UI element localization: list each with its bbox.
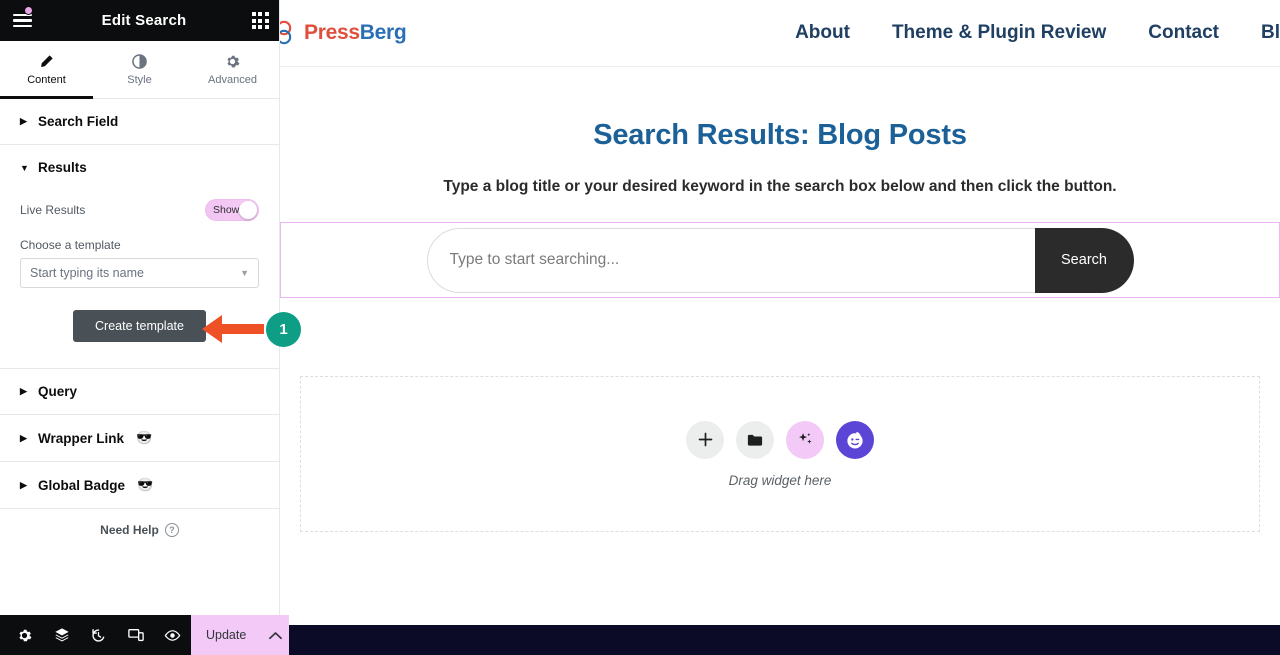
pro-crown-icon: 😎 xyxy=(137,477,153,493)
notification-dot-icon xyxy=(24,6,33,15)
pencil-icon xyxy=(39,53,54,69)
tab-advanced-label: Advanced xyxy=(208,74,257,86)
nav-item-blog[interactable]: Bl xyxy=(1261,22,1280,44)
section-header-results[interactable]: ▼ Results xyxy=(0,145,279,190)
site-logo-text: PressBerg xyxy=(304,21,406,45)
folder-template-icon[interactable] xyxy=(736,421,774,459)
chevron-down-icon: ▼ xyxy=(240,268,249,278)
section-label-global-badge: Global Badge xyxy=(38,478,125,493)
tab-style[interactable]: Style xyxy=(93,41,186,98)
dropzone-action-buttons xyxy=(686,421,874,459)
section-label-wrapper-link: Wrapper Link xyxy=(38,431,124,446)
search-submit-button[interactable]: Search xyxy=(1035,228,1134,293)
panel-tabs: Content Style Advanced xyxy=(0,41,279,99)
responsive-mode-icon[interactable] xyxy=(117,615,154,655)
logo-text-berg: Berg xyxy=(360,21,407,44)
history-icon[interactable] xyxy=(80,615,117,655)
site-footer xyxy=(280,625,1280,655)
section-label-search-field: Search Field xyxy=(38,114,118,129)
section-label-query: Query xyxy=(38,384,77,399)
tab-content[interactable]: Content xyxy=(0,41,93,98)
hamburger-menu-icon[interactable] xyxy=(10,8,36,34)
logo-text-press: Press xyxy=(304,21,360,44)
preview-eye-icon[interactable] xyxy=(154,615,191,655)
search-widget-selected[interactable]: Search xyxy=(280,222,1280,298)
tab-content-label: Content xyxy=(27,74,66,86)
section-header-wrapper-link[interactable]: ▶ Wrapper Link 😎 xyxy=(0,415,279,461)
chevron-right-icon: ▶ xyxy=(20,433,28,444)
section-label-results: Results xyxy=(38,160,87,175)
create-template-button[interactable]: Create template xyxy=(73,310,206,342)
chevron-down-icon: ▼ xyxy=(20,163,28,173)
chevron-up-icon[interactable] xyxy=(261,615,289,655)
live-results-toggle[interactable]: Show xyxy=(205,199,259,221)
gear-icon xyxy=(225,53,240,69)
panel-body: ▶ Search Field ▼ Results Live Results Sh… xyxy=(0,99,279,615)
site-header: PressBerg About Theme & Plugin Review Co… xyxy=(280,0,1280,67)
need-help-link[interactable]: Need Help ? xyxy=(0,509,279,549)
question-circle-icon: ? xyxy=(165,523,179,537)
control-live-results: Live Results Show xyxy=(20,192,259,228)
nav-item-theme-plugin-review[interactable]: Theme & Plugin Review xyxy=(892,22,1106,44)
widget-dropzone[interactable]: Drag widget here xyxy=(300,376,1260,532)
toggle-knob xyxy=(239,201,257,219)
template-select[interactable]: Start typing its name ▼ xyxy=(20,258,259,288)
page-content: Search Results: Blog Posts Type a blog t… xyxy=(280,67,1280,532)
chevron-right-icon: ▶ xyxy=(20,480,28,491)
contrast-circle-icon xyxy=(132,53,147,69)
page-title: Search Results: Blog Posts xyxy=(280,119,1280,152)
section-content-results: Live Results Show Choose a template Star… xyxy=(0,190,279,368)
footer-tool-group xyxy=(0,615,191,655)
panel-footer: Update xyxy=(0,615,279,655)
search-input[interactable] xyxy=(427,228,1035,293)
tab-advanced[interactable]: Advanced xyxy=(186,41,279,98)
panel-header: Edit Search xyxy=(0,0,279,41)
choose-template-label: Choose a template xyxy=(20,228,259,258)
nav-item-contact[interactable]: Contact xyxy=(1148,22,1219,44)
site-logo[interactable]: PressBerg xyxy=(280,20,406,46)
dropzone-label: Drag widget here xyxy=(729,473,832,488)
preview-canvas: PressBerg About Theme & Plugin Review Co… xyxy=(280,0,1280,655)
panel-title: Edit Search xyxy=(102,12,187,29)
section-results: ▼ Results Live Results Show Choose a tem… xyxy=(0,145,279,369)
settings-icon[interactable] xyxy=(6,615,43,655)
update-button[interactable]: Update xyxy=(191,615,261,655)
search-form: Search xyxy=(427,228,1134,293)
editor-panel: Edit Search Content Style xyxy=(0,0,280,655)
site-navigation: About Theme & Plugin Review Contact Bl xyxy=(795,22,1280,44)
section-header-global-badge[interactable]: ▶ Global Badge 😎 xyxy=(0,462,279,508)
editor-application: PressBerg About Theme & Plugin Review Co… xyxy=(0,0,1280,655)
section-global-badge: ▶ Global Badge 😎 xyxy=(0,462,279,509)
section-wrapper-link: ▶ Wrapper Link 😎 xyxy=(0,415,279,462)
ai-sparkles-icon[interactable] xyxy=(786,421,824,459)
section-header-search-field[interactable]: ▶ Search Field xyxy=(0,99,279,144)
section-header-query[interactable]: ▶ Query xyxy=(0,369,279,414)
chevron-right-icon: ▶ xyxy=(20,386,28,397)
need-help-label: Need Help xyxy=(100,523,159,537)
assistant-bot-icon[interactable] xyxy=(836,421,874,459)
section-query: ▶ Query xyxy=(0,369,279,415)
chevron-right-icon: ▶ xyxy=(20,116,28,127)
add-widget-icon[interactable] xyxy=(686,421,724,459)
section-search-field: ▶ Search Field xyxy=(0,99,279,145)
navigator-layers-icon[interactable] xyxy=(43,615,80,655)
apps-grid-icon[interactable] xyxy=(252,12,269,29)
live-results-label: Live Results xyxy=(20,203,85,217)
pressberg-logo-mark xyxy=(280,20,301,46)
update-group: Update xyxy=(191,615,289,655)
page-subtitle: Type a blog title or your desired keywor… xyxy=(280,178,1280,196)
pro-crown-icon: 😎 xyxy=(136,430,152,446)
nav-item-about[interactable]: About xyxy=(795,22,850,44)
live-results-state: Show xyxy=(206,204,239,216)
template-select-value: Start typing its name xyxy=(30,266,144,280)
tab-style-label: Style xyxy=(127,74,151,86)
